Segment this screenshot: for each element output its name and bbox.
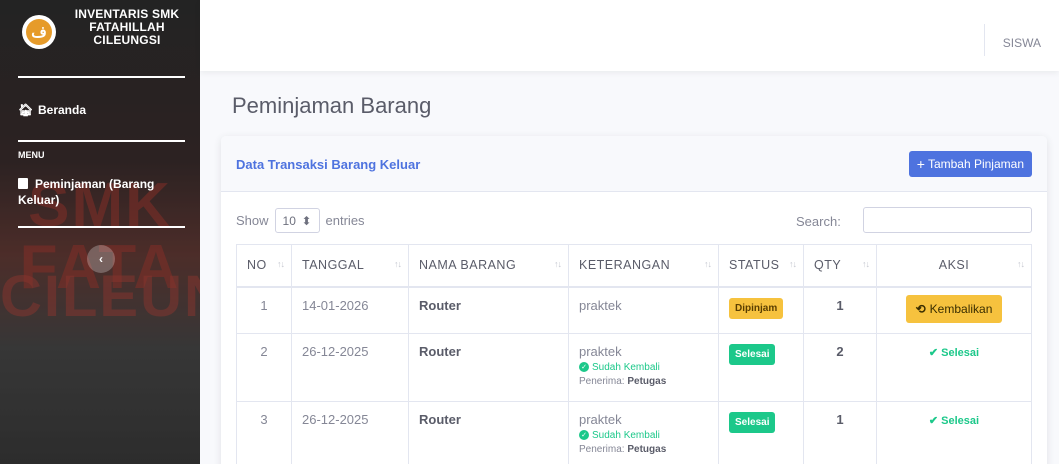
- cell-status: Selesai: [718, 332, 804, 402]
- card-title: Data Transaksi Barang Keluar: [236, 157, 421, 172]
- search-input[interactable]: [863, 207, 1032, 233]
- transactions-card: Data Transaksi Barang Keluar + Tambah Pi…: [221, 136, 1047, 464]
- column-header-aksi[interactable]: AKSI ↑↓: [876, 244, 1032, 288]
- column-header-nama-barang[interactable]: NAMA BARANG ↑↓: [408, 244, 569, 288]
- cell-aksi: ⟲ Kembalikan: [876, 286, 1032, 334]
- done-status: ✔ Selesai: [928, 414, 980, 427]
- return-label: Kembalikan: [929, 301, 993, 316]
- returned-status: ✓ Sudah Kembali: [579, 430, 708, 441]
- keterangan-text: praktek: [579, 343, 622, 359]
- table-row: 2 26-12-2025 Router praktek ✓ Sudah Kemba…: [236, 332, 1032, 402]
- sort-icon: ↑↓: [277, 259, 285, 269]
- return-button[interactable]: ⟲ Kembalikan: [905, 294, 1003, 323]
- cell-aksi: ✔ Selesai: [876, 332, 1032, 402]
- user-menu[interactable]: SISWA: [1003, 36, 1041, 50]
- check-circle-icon: ✓: [579, 362, 589, 372]
- column-header-status[interactable]: STATUS ↑↓: [718, 244, 804, 288]
- done-status: ✔ Selesai: [928, 346, 980, 359]
- add-loan-label: Tambah Pinjaman: [927, 157, 1024, 171]
- brand-name: INVENTARIS SMK FATAHILLAH CILEUNGSI: [74, 7, 180, 47]
- cell-status: Dipinjam: [718, 286, 804, 334]
- cell-keterangan: praktek ✓ Sudah Kembali Penerima: Petugas: [568, 400, 719, 464]
- transactions-table: NO ↑↓ TANGGAL ↑↓ NAMA BARANG ↑↓ KETERANGAN ↑…: [236, 244, 1032, 464]
- cell-keterangan: praktek: [568, 286, 719, 334]
- cell-keterangan: praktek ✓ Sudah Kembali Penerima: Petugas: [568, 332, 719, 402]
- cell-nama-barang: Router: [408, 286, 569, 334]
- table-row: 3 26-12-2025 Router praktek ✓ Sudah Kemba…: [236, 400, 1032, 464]
- receiver-text: Penerima: Petugas: [579, 375, 667, 387]
- entries-label: entries: [325, 213, 365, 228]
- topbar: SISWA: [200, 0, 1059, 71]
- sidebar-item-peminjaman[interactable]: Peminjaman (Barang Keluar): [18, 176, 188, 208]
- double-check-icon: ✔: [928, 414, 939, 427]
- show-label: Show: [236, 213, 269, 228]
- sidebar-brand[interactable]: ف INVENTARIS SMK FATAHILLAH CILEUNGSI: [0, 0, 200, 70]
- cell-no: 3: [236, 400, 292, 464]
- column-header-tanggal[interactable]: TANGGAL ↑↓: [291, 244, 409, 288]
- cell-qty: 1: [803, 400, 877, 464]
- column-header-keterangan[interactable]: KETERANGAN ↑↓: [568, 244, 719, 288]
- select-arrows-icon: ⬍: [301, 213, 312, 228]
- card-header: Data Transaksi Barang Keluar + Tambah Pi…: [221, 136, 1047, 192]
- table-row: 1 14-01-2026 Router praktek Dipinjam 1 ⟲…: [236, 286, 1032, 334]
- topbar-divider: [984, 24, 985, 56]
- keterangan-text: praktek: [579, 411, 622, 427]
- cell-nama-barang: Router: [408, 400, 569, 464]
- entries-value: 10: [282, 213, 296, 228]
- status-badge: Selesai: [729, 411, 776, 433]
- cell-nama-barang: Router: [408, 332, 569, 402]
- cell-qty: 1: [803, 286, 877, 334]
- home-icon: 🏠︎: [18, 103, 34, 117]
- sidebar-toggle-button[interactable]: ‹: [87, 245, 115, 273]
- cell-status: Selesai: [718, 400, 804, 464]
- sort-icon: ↑↓: [394, 259, 402, 269]
- sidebar-divider: [18, 76, 185, 78]
- cell-tanggal: 26-12-2025: [291, 400, 409, 464]
- sidebar-divider: [18, 140, 185, 142]
- sort-icon: ↑↓: [789, 259, 797, 269]
- sidebar-heading: MENU: [18, 150, 45, 160]
- sort-icon: ↑↓: [554, 259, 562, 269]
- receiver-text: Penerima: Petugas: [579, 443, 667, 455]
- cell-aksi: ✔ Selesai: [876, 400, 1032, 464]
- returned-status: ✓ Sudah Kembali: [579, 362, 708, 373]
- sidebar-item-label: Peminjaman (Barang Keluar): [18, 177, 155, 207]
- sort-icon: ↑↓: [1017, 259, 1025, 269]
- undo-icon: ⟲: [915, 301, 926, 316]
- sidebar-item-beranda[interactable]: 🏠︎ Beranda: [18, 103, 86, 117]
- column-header-no[interactable]: NO ↑↓: [236, 244, 292, 288]
- double-check-icon: ✔: [928, 346, 939, 359]
- school-logo-icon: ف: [22, 15, 56, 49]
- sort-icon: ↑↓: [704, 259, 712, 269]
- cell-tanggal: 14-01-2026: [291, 286, 409, 334]
- add-loan-button[interactable]: + Tambah Pinjaman: [908, 151, 1032, 177]
- cell-no: 1: [236, 286, 292, 334]
- table-header-row: NO ↑↓ TANGGAL ↑↓ NAMA BARANG ↑↓ KETERANGAN ↑…: [236, 244, 1032, 288]
- sidebar-item-label: Beranda: [38, 103, 87, 117]
- sidebar: SMK FATA CILEUN ف INVENTARIS SMK FATAHIL…: [0, 0, 200, 464]
- check-circle-icon: ✓: [579, 430, 589, 440]
- chevron-left-icon: ‹: [99, 252, 103, 266]
- status-badge: Dipinjam: [729, 297, 784, 319]
- search-label: Search:: [796, 214, 841, 229]
- receiver-name: Petugas: [627, 375, 667, 387]
- cell-qty: 2: [803, 332, 877, 402]
- book-icon: [18, 178, 28, 189]
- cell-tanggal: 26-12-2025: [291, 332, 409, 402]
- receiver-name: Petugas: [627, 443, 667, 455]
- entries-control: Show 10 ⬍ entries: [236, 208, 365, 233]
- sort-icon: ↑↓: [862, 259, 870, 269]
- keterangan-text: praktek: [579, 297, 622, 313]
- cell-no: 2: [236, 332, 292, 402]
- status-badge: Selesai: [729, 343, 776, 365]
- sidebar-divider: [18, 226, 185, 228]
- column-header-qty[interactable]: QTY ↑↓: [803, 244, 877, 288]
- entries-select[interactable]: 10 ⬍: [274, 208, 320, 233]
- page-title: Peminjaman Barang: [232, 93, 432, 118]
- plus-icon: +: [916, 156, 925, 172]
